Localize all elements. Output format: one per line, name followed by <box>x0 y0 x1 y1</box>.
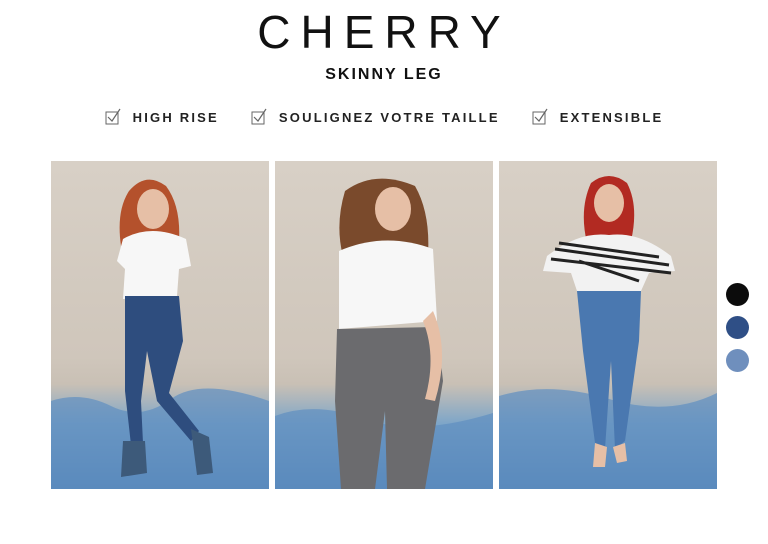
checkbox-icon <box>532 108 548 126</box>
product-gallery <box>51 161 717 490</box>
feature-list: HIGH RISE SOULIGNEZ VOTRE TAILLE EXTENSI… <box>0 108 768 126</box>
color-swatch-black[interactable] <box>726 283 749 306</box>
checkbox-icon <box>105 108 121 126</box>
feature-label: HIGH RISE <box>132 109 219 125</box>
feature-label: EXTENSIBLE <box>559 109 664 125</box>
model-photo-image <box>51 179 269 489</box>
model-photo-image <box>275 178 493 489</box>
model-photo-image <box>499 176 717 489</box>
product-photo-side[interactable] <box>51 161 269 489</box>
feature-high-rise: HIGH RISE <box>105 108 219 126</box>
feature-stretch: EXTENSIBLE <box>532 108 664 126</box>
color-swatch-dark-blue[interactable] <box>726 316 749 339</box>
feature-label: SOULIGNEZ VOTRE TAILLE <box>278 109 500 125</box>
product-title: CHERRY <box>257 6 511 58</box>
checkbox-icon <box>251 108 267 126</box>
product-photo-front[interactable] <box>499 161 717 489</box>
color-swatch-light-blue[interactable] <box>726 349 749 372</box>
feature-waist: SOULIGNEZ VOTRE TAILLE <box>251 108 500 126</box>
product-photo-back[interactable] <box>275 161 493 489</box>
product-subtitle: SKINNY LEG <box>325 66 443 83</box>
